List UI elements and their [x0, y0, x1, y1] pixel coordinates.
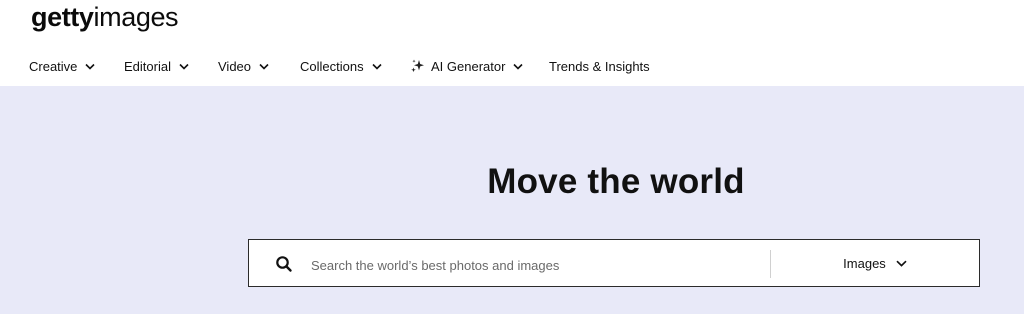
nav-item-label: Collections [300, 58, 364, 74]
chevron-down-icon [85, 63, 95, 70]
nav-item-label: Editorial [124, 58, 171, 74]
nav-item-collections[interactable]: Collections [300, 54, 382, 78]
search-input[interactable] [309, 250, 753, 280]
search-bar: Images [248, 239, 980, 287]
nav-item-label: Creative [29, 58, 78, 74]
search-type-dropdown[interactable]: Images [771, 240, 979, 286]
site-header: gettyimages Creative Editorial Video Col… [0, 0, 1024, 86]
chevron-down-icon [513, 63, 524, 70]
search-icon[interactable] [275, 255, 293, 273]
chevron-down-icon [179, 63, 189, 70]
hero-title: Move the world [487, 162, 745, 201]
nav-item-ai-generator[interactable]: AI Generator [410, 54, 524, 78]
logo-text-bold: getty [31, 2, 94, 32]
nav-item-video[interactable]: Video [218, 54, 269, 78]
main-nav: Creative Editorial Video Collections AI … [0, 54, 1024, 78]
chevron-down-icon [259, 63, 269, 70]
getty-images-logo[interactable]: gettyimages [31, 1, 179, 33]
nav-item-label: Trends & Insights [549, 58, 650, 74]
search-type-label: Images [843, 255, 886, 271]
logo-text-light: images [93, 2, 179, 32]
nav-item-label: Video [218, 58, 252, 74]
nav-item-trends-insights[interactable]: Trends & Insights [549, 54, 650, 78]
nav-item-label: AI Generator [431, 58, 506, 74]
chevron-down-icon [372, 63, 382, 70]
chevron-down-icon [896, 260, 907, 267]
nav-item-creative[interactable]: Creative [29, 54, 95, 78]
sparkle-icon [410, 59, 425, 73]
nav-item-editorial[interactable]: Editorial [124, 54, 189, 78]
